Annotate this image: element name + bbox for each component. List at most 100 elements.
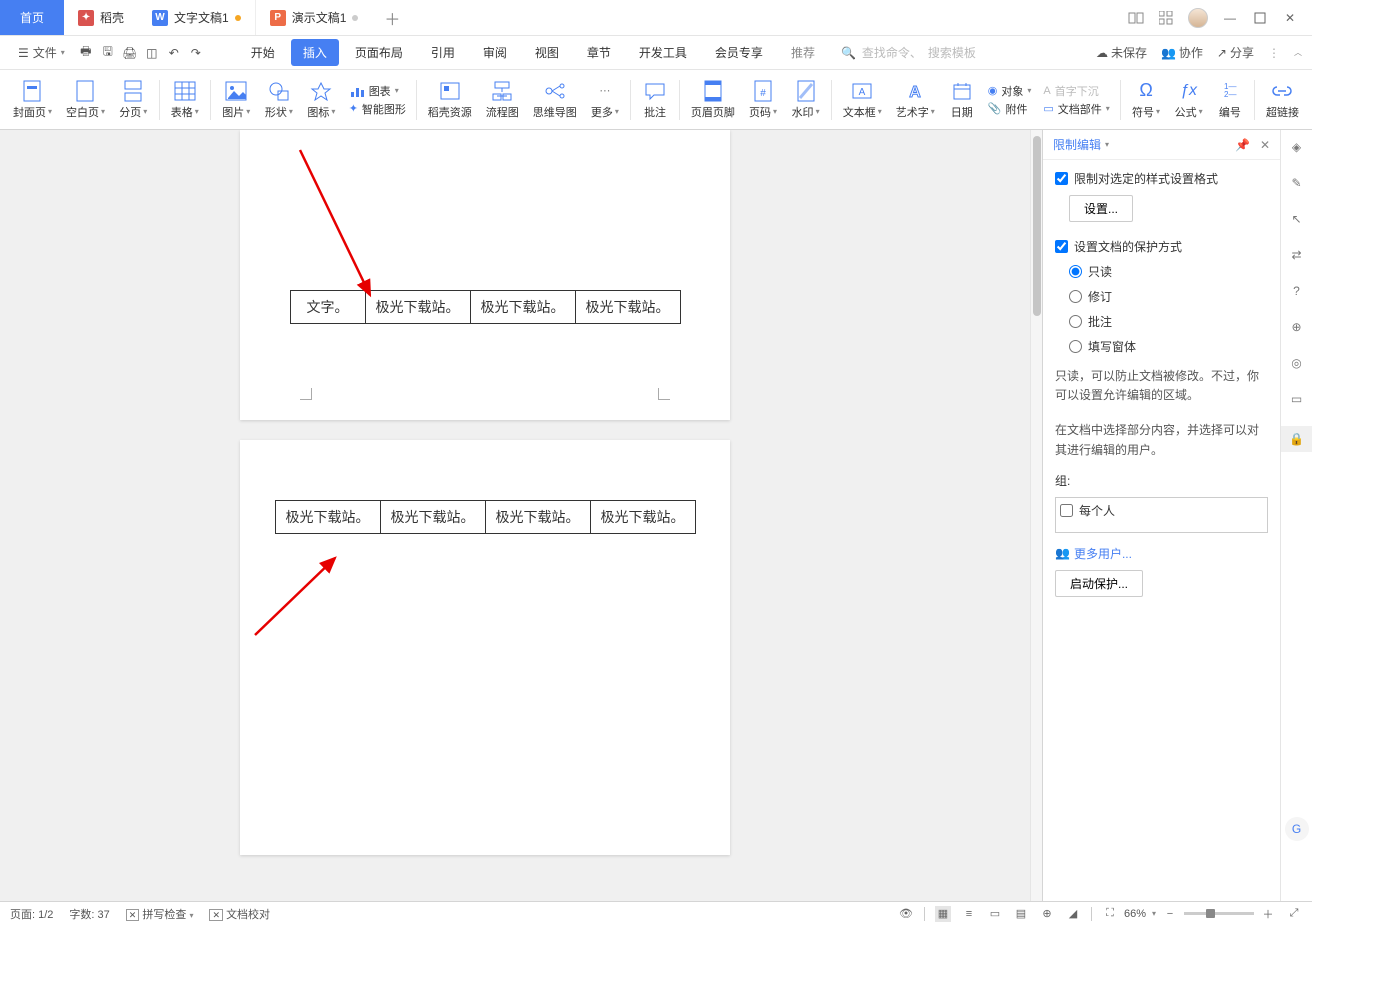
qa-save-icon[interactable]: 🖶 <box>77 44 95 62</box>
page-break-button[interactable]: 分页▾ <box>112 78 155 122</box>
document-canvas[interactable]: 文字。 极光下载站。 极光下载站。 极光下载站。 极光下载站。 极光下载站。 极… <box>0 130 1030 901</box>
cursor-icon[interactable]: ↖ <box>1288 210 1306 228</box>
menu-vip[interactable]: 会员专享 <box>703 39 775 66</box>
flowchart-button[interactable]: 流程图 <box>479 78 526 122</box>
coop-button[interactable]: 👥协作 <box>1161 44 1203 61</box>
maximize-button[interactable] <box>1252 12 1268 24</box>
page-number-button[interactable]: #页码▾ <box>742 78 785 122</box>
zoom-slider[interactable] <box>1184 912 1254 915</box>
view-focus-icon[interactable]: ◢ <box>1065 906 1081 922</box>
help-icon[interactable]: ? <box>1288 282 1306 300</box>
vertical-scrollbar[interactable] <box>1030 130 1042 901</box>
view-outline-icon[interactable]: ≡ <box>961 906 977 922</box>
file-menu[interactable]: ☰ 文件▾ <box>10 40 73 65</box>
tab-dock[interactable]: ✦ 稻壳 <box>64 0 138 35</box>
view-web-icon[interactable]: ▤ <box>1013 906 1029 922</box>
protect-mode-checkbox[interactable]: 设置文档的保护方式 <box>1055 238 1268 255</box>
target-icon[interactable]: ◎ <box>1288 354 1306 372</box>
qa-save2-icon[interactable]: 🖫 <box>99 44 117 62</box>
menu-insert[interactable]: 插入 <box>291 39 339 66</box>
mindmap-button[interactable]: 思维导图 <box>526 78 584 122</box>
watermark-button[interactable]: 水印▾ <box>784 78 827 122</box>
grid-icon[interactable] <box>1158 11 1174 25</box>
table-cell[interactable]: 极光下载站。 <box>380 501 485 534</box>
date-button[interactable]: 日期 <box>942 78 982 122</box>
minimize-button[interactable]: — <box>1222 11 1238 25</box>
more-button[interactable]: ⋯更多▾ <box>584 78 627 122</box>
users-listbox[interactable]: 每个人 <box>1055 497 1268 533</box>
page-indicator[interactable]: 页面: 1/2 <box>10 906 53 922</box>
book-icon[interactable]: ▭ <box>1288 390 1306 408</box>
limit-format-checkbox[interactable]: 限制对选定的样式设置格式 <box>1055 170 1268 187</box>
settings-button[interactable]: 设置... <box>1069 195 1133 222</box>
diamond-icon[interactable]: ◈ <box>1288 138 1306 156</box>
chart-button[interactable]: 图表▾ <box>349 83 406 99</box>
table-cell[interactable]: 极光下载站。 <box>365 291 470 324</box>
table-cell[interactable]: 极光下载站。 <box>275 501 380 534</box>
tab-doc2[interactable]: P 演示文稿1 <box>256 0 373 35</box>
tab-add[interactable]: ＋ <box>372 0 412 35</box>
zoom-in-button[interactable]: ＋ <box>1260 906 1276 922</box>
formula-button[interactable]: ƒx公式▾ <box>1167 78 1210 122</box>
qa-undo-icon[interactable]: ↶ <box>165 44 183 62</box>
radio-form[interactable]: 填写窗体 <box>1069 338 1268 355</box>
view-read-icon[interactable]: ▭ <box>987 906 1003 922</box>
menu-review[interactable]: 审阅 <box>471 39 519 66</box>
proof-read[interactable]: ✕ 文档校对 <box>209 906 270 922</box>
close-button[interactable]: ✕ <box>1282 11 1298 25</box>
view-print-icon[interactable]: ▦ <box>935 906 951 922</box>
comment-button[interactable]: 批注 <box>635 78 675 122</box>
symbol-button[interactable]: Ω符号▾ <box>1125 78 1168 122</box>
settings-icon[interactable]: ⇄ <box>1288 246 1306 264</box>
fullscreen-icon[interactable]: ⤢ <box>1286 906 1302 922</box>
number-button[interactable]: 1—2—编号 <box>1210 78 1250 122</box>
everyone-checkbox[interactable]: 每个人 <box>1060 502 1263 519</box>
header-footer-button[interactable]: 页眉页脚 <box>684 78 742 122</box>
cover-page-button[interactable]: 封面页▾ <box>6 78 59 122</box>
start-protection-button[interactable]: 启动保护... <box>1055 570 1143 597</box>
spell-check[interactable]: ✕ 拼写检查 ▾ <box>126 906 194 922</box>
word-count[interactable]: 字数: 37 <box>69 906 109 922</box>
document-table-2[interactable]: 极光下载站。 极光下载站。 极光下载站。 极光下载站。 <box>275 500 696 534</box>
extra-icon[interactable]: G <box>1285 817 1309 841</box>
menu-start[interactable]: 开始 <box>239 39 287 66</box>
avatar[interactable] <box>1188 8 1208 28</box>
qa-redo-icon[interactable]: ↷ <box>187 44 205 62</box>
wordart-button[interactable]: A艺术字▾ <box>889 78 942 122</box>
dock-resource-button[interactable]: 稻壳资源 <box>421 78 479 122</box>
pen-icon[interactable]: ✎ <box>1288 174 1306 192</box>
document-table-1[interactable]: 文字。 极光下载站。 极光下载站。 极光下载站。 <box>290 290 681 324</box>
radio-readonly[interactable]: 只读 <box>1069 263 1268 280</box>
blank-page-button[interactable]: 空白页▾ <box>59 78 112 122</box>
eye-icon[interactable]: 👁 <box>898 906 914 922</box>
table-cell[interactable]: 极光下载站。 <box>590 501 695 534</box>
view-globe-icon[interactable]: ⊕ <box>1039 906 1055 922</box>
more-users-link[interactable]: 👥更多用户... <box>1055 545 1268 562</box>
hyperlink-button[interactable]: 超链接 <box>1259 78 1306 122</box>
layout-icon[interactable] <box>1128 12 1144 24</box>
textbox-button[interactable]: A文本框▾ <box>836 78 889 122</box>
menu-dev[interactable]: 开发工具 <box>627 39 699 66</box>
translate-icon[interactable]: ⊕ <box>1288 318 1306 336</box>
shape-button[interactable]: 形状▾ <box>258 78 301 122</box>
lock-icon[interactable]: 🔒 <box>1281 426 1312 452</box>
icon-button[interactable]: 图标▾ <box>300 78 343 122</box>
radio-comment[interactable]: 批注 <box>1069 313 1268 330</box>
share-button[interactable]: ↗分享 <box>1217 44 1254 61</box>
object-button[interactable]: ◉对象▾ <box>988 83 1032 99</box>
zoom-value[interactable]: 66% <box>1124 908 1146 920</box>
table-button[interactable]: 表格▾ <box>163 78 206 122</box>
pin-icon[interactable]: 📌 <box>1235 138 1250 152</box>
menu-rec[interactable]: 推荐 <box>779 39 827 66</box>
attachment-button[interactable]: 📎附件 <box>988 101 1032 117</box>
menu-chapter[interactable]: 章节 <box>575 39 623 66</box>
zoom-fit-icon[interactable]: ⛶ <box>1102 906 1118 922</box>
menu-view[interactable]: 视图 <box>523 39 571 66</box>
tab-doc1[interactable]: W 文字文稿1 <box>138 0 256 35</box>
docpart-button[interactable]: ▭文档部件▾ <box>1043 101 1109 117</box>
menu-ref[interactable]: 引用 <box>419 39 467 66</box>
picture-button[interactable]: 图片▾ <box>215 78 258 122</box>
table-cell[interactable]: 极光下载站。 <box>575 291 680 324</box>
qa-print-icon[interactable]: 🖨 <box>121 44 139 62</box>
scrollbar-thumb[interactable] <box>1033 136 1041 316</box>
